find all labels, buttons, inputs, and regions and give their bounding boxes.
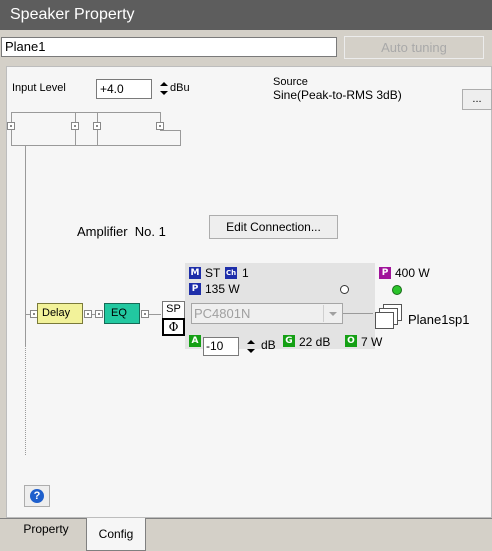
routing-line <box>160 130 181 131</box>
source-label: Source <box>273 76 308 88</box>
tab-property[interactable]: Property <box>6 518 86 542</box>
att-spinner[interactable] <box>245 337 257 357</box>
delay-block[interactable]: Delay <box>37 303 83 324</box>
speaker-icon[interactable] <box>375 312 394 329</box>
channel-badge-icon: Ch <box>225 267 237 279</box>
mode-badge-icon: M <box>189 267 201 279</box>
output-power: 7 W <box>361 335 383 349</box>
edit-connection-button[interactable]: Edit Connection... <box>209 215 338 239</box>
amp-mode: ST <box>205 266 221 280</box>
port-icon <box>141 310 149 318</box>
chevron-down-icon <box>329 312 337 316</box>
speaker-label: Plane1sp1 <box>408 312 470 327</box>
rated-power: 400 W <box>395 266 430 280</box>
amplifier-label: Amplifier No. 1 <box>77 224 166 239</box>
tab-bar: Property Config <box>0 518 492 551</box>
power-badge-icon: P <box>189 283 201 295</box>
routing-port-icon <box>71 122 79 130</box>
att-badge-icon: A <box>189 335 201 347</box>
att-unit: dB <box>261 338 276 352</box>
spin-up-icon[interactable] <box>160 82 168 86</box>
window-title: Speaker Property <box>0 0 492 30</box>
signal-line <box>149 314 161 315</box>
input-level-label: Input Level <box>12 82 66 94</box>
port-icon <box>84 310 92 318</box>
auto-tuning-button[interactable]: Auto tuning <box>344 36 484 59</box>
status-led-icon <box>340 285 349 294</box>
name-row: Plane1 Auto tuning <box>0 35 492 60</box>
output-badge-icon: O <box>345 335 357 347</box>
routing-line <box>25 145 26 345</box>
spin-down-icon[interactable] <box>160 91 168 95</box>
amp-model-value: PC4801N <box>194 306 251 321</box>
routing-line <box>180 130 181 146</box>
routing-port-icon <box>93 122 101 130</box>
source-browse-button[interactable]: ... <box>462 89 492 110</box>
dropdown-button[interactable] <box>323 305 342 322</box>
att-value-field[interactable]: -10 <box>203 337 239 356</box>
power-led-icon <box>392 285 402 295</box>
spin-down-icon[interactable] <box>247 349 255 353</box>
rated-power-badge-icon: P <box>379 267 391 279</box>
routing-line-dotted <box>25 345 27 455</box>
amp-channel: 1 <box>242 266 249 280</box>
tab-config[interactable]: Config <box>86 518 146 551</box>
help-button[interactable]: ? <box>24 485 50 507</box>
source-value: Sine(Peak-to-RMS 3dB) <box>273 88 402 102</box>
signal-line <box>343 313 373 314</box>
routing-port-icon <box>7 122 15 130</box>
amp-power: 135 W <box>205 282 240 296</box>
phase-invert-icon[interactable]: Φ <box>162 318 185 336</box>
input-level-field[interactable]: +4.0 <box>96 79 152 99</box>
gain-value: 22 dB <box>299 335 331 349</box>
port-icon <box>95 310 103 318</box>
gain-badge-icon: G <box>283 335 295 347</box>
routing-port-icon <box>156 122 164 130</box>
sp-block[interactable]: SP <box>162 301 185 318</box>
routing-line <box>11 112 161 113</box>
help-icon: ? <box>30 489 44 503</box>
speaker-name-input[interactable]: Plane1 <box>1 37 337 57</box>
eq-block[interactable]: EQ <box>104 303 140 324</box>
amp-model-select[interactable]: PC4801N <box>191 303 343 324</box>
config-panel: Input Level +4.0 dBu Source Sine(Peak-to… <box>6 66 492 518</box>
input-level-unit: dBu <box>170 82 190 94</box>
routing-line <box>11 145 181 146</box>
spin-up-icon[interactable] <box>247 340 255 344</box>
input-level-spinner[interactable] <box>158 79 170 99</box>
